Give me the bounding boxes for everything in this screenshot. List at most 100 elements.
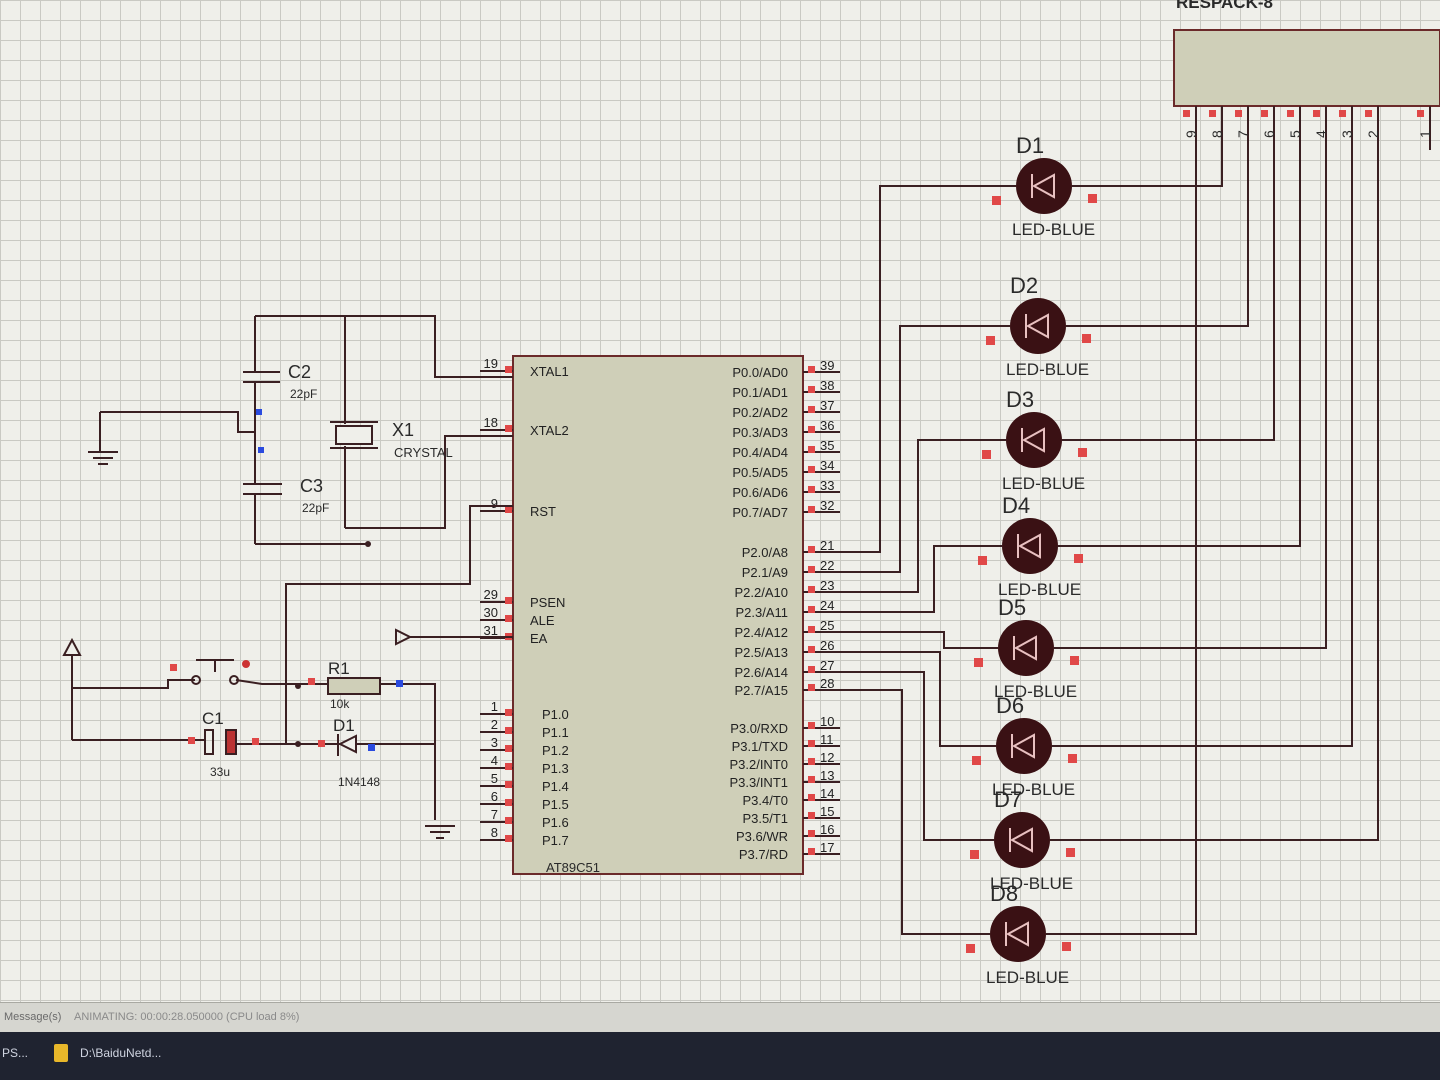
chip-pin-label: P3.2/INT0 (729, 757, 788, 772)
led-ref: D7 (994, 787, 1022, 812)
chip-pin-terminal[interactable] (808, 606, 815, 613)
c3-value: 22pF (302, 501, 329, 515)
led-body[interactable] (1010, 298, 1066, 354)
led-pin[interactable] (1070, 656, 1079, 665)
chip-pin-terminal[interactable] (808, 466, 815, 473)
respack-pin-terminal[interactable] (1287, 110, 1294, 117)
led-ref: D1 (1016, 133, 1044, 158)
schematic-drawing[interactable]: AT89C51 19XTAL118XTAL29RST29PSEN30ALE31E… (0, 0, 1440, 1002)
led-pin[interactable] (1082, 334, 1091, 343)
chip-pin-terminal[interactable] (808, 812, 815, 819)
led-pin[interactable] (1066, 848, 1075, 857)
led-body[interactable] (996, 718, 1052, 774)
chip-pin-terminal[interactable] (808, 546, 815, 553)
taskbar-item-1[interactable]: PS... (2, 1046, 28, 1060)
led-body[interactable] (998, 620, 1054, 676)
taskbar-item-2[interactable]: D:\BaiduNetd... (80, 1046, 161, 1060)
led-pin[interactable] (1078, 448, 1087, 457)
chip-pin-terminal[interactable] (505, 799, 512, 806)
chip-pin-terminal[interactable] (505, 709, 512, 716)
led-pin[interactable] (1068, 754, 1077, 763)
respack-pin-terminal[interactable] (1235, 110, 1242, 117)
led-body[interactable] (994, 812, 1050, 868)
chip-pin-terminal[interactable] (505, 781, 512, 788)
led-type: LED-BLUE (986, 968, 1069, 987)
chip-pin-terminal[interactable] (505, 615, 512, 622)
chip-pin-terminal[interactable] (808, 446, 815, 453)
respack-pin-terminal[interactable] (1313, 110, 1320, 117)
chip-pin-terminal[interactable] (808, 740, 815, 747)
chip-pin-number: 17 (820, 840, 834, 855)
chip-pin-terminal[interactable] (505, 763, 512, 770)
chip-pin-terminal[interactable] (808, 386, 815, 393)
led-pin[interactable] (970, 850, 979, 859)
led-pin[interactable] (992, 196, 1001, 205)
c1-value: 33u (210, 765, 230, 779)
respack-body[interactable] (1173, 29, 1440, 107)
chip-pin-terminal[interactable] (808, 586, 815, 593)
chip-pin-label: P1.4 (542, 779, 569, 794)
chip-pin-number: 16 (820, 822, 834, 837)
led-pin[interactable] (972, 756, 981, 765)
chip-pin-number: 25 (820, 618, 834, 633)
respack-pin-terminal[interactable] (1339, 110, 1346, 117)
chip-pin-terminal[interactable] (808, 486, 815, 493)
chip-pin-terminal[interactable] (505, 366, 512, 373)
chip-pin-terminal[interactable] (808, 626, 815, 633)
chip-pin-terminal[interactable] (808, 666, 815, 673)
chip-pin-terminal[interactable] (808, 722, 815, 729)
led-body[interactable] (1002, 518, 1058, 574)
chip-pin-terminal[interactable] (808, 566, 815, 573)
chip-pin-terminal[interactable] (808, 794, 815, 801)
chip-pin-number: 29 (484, 587, 498, 602)
led-array: D1LED-BLUED2LED-BLUED3LED-BLUED4LED-BLUE… (966, 133, 1097, 987)
led-pin[interactable] (978, 556, 987, 565)
d1-value: 1N4148 (338, 775, 380, 789)
led-pin[interactable] (982, 450, 991, 459)
led-body[interactable] (990, 906, 1046, 962)
led-pin[interactable] (1062, 942, 1071, 951)
chip-pin-terminal[interactable] (808, 848, 815, 855)
chip-pin-terminal[interactable] (808, 366, 815, 373)
r1-ref: R1 (328, 659, 350, 678)
led-body[interactable] (1016, 158, 1072, 214)
chip-pin-terminal[interactable] (505, 425, 512, 432)
chip-pin-terminal[interactable] (808, 830, 815, 837)
chip-pin-label: P3.6/WR (736, 829, 788, 844)
chip-pin-terminal[interactable] (505, 506, 512, 513)
chip-pin-label: P2.7/A15 (735, 683, 789, 698)
respack-pin-terminal[interactable] (1417, 110, 1424, 117)
chip-pin-terminal[interactable] (808, 758, 815, 765)
chip-pin-terminal[interactable] (505, 597, 512, 604)
chip-pin-terminal[interactable] (505, 817, 512, 824)
chip-pin-terminal[interactable] (808, 506, 815, 513)
chip-pin-terminal[interactable] (808, 684, 815, 691)
respack-pin-terminal[interactable] (1365, 110, 1372, 117)
led-pin[interactable] (966, 944, 975, 953)
chip-pin-number: 37 (820, 398, 834, 413)
schematic-canvas[interactable]: AT89C51 19 XTAL1 18 XTAL2 9 RST 29 PSEN 30 ALE 31 E… (0, 0, 1440, 1080)
chip-pin-label: P2.5/A13 (735, 645, 789, 660)
chip-pin-terminal[interactable] (505, 745, 512, 752)
respack-pin-terminal[interactable] (1261, 110, 1268, 117)
chip-pin-terminal[interactable] (808, 776, 815, 783)
chip-pin-number: 4 (491, 753, 498, 768)
chip-pin-number: 18 (484, 415, 498, 430)
chip-pin-terminal[interactable] (808, 426, 815, 433)
led-pin[interactable] (1088, 194, 1097, 203)
chip-pin-terminal[interactable] (505, 727, 512, 734)
chip-pin-terminal[interactable] (505, 835, 512, 842)
respack-pin-terminal[interactable] (1183, 110, 1190, 117)
chip-pin-terminal[interactable] (808, 406, 815, 413)
messages-label[interactable]: Message(s) (4, 1011, 61, 1023)
chip-pin-label: P1.1 (542, 725, 569, 740)
led-body[interactable] (1006, 412, 1062, 468)
chip-pin-label: P3.7/RD (739, 847, 788, 862)
respack-pin-terminal[interactable] (1209, 110, 1216, 117)
chip-pin-terminal[interactable] (808, 646, 815, 653)
led-pin[interactable] (974, 658, 983, 667)
led-pin[interactable] (1074, 554, 1083, 563)
led-pin[interactable] (986, 336, 995, 345)
chip-pin-number: 36 (820, 418, 834, 433)
folder-icon[interactable] (54, 1044, 68, 1062)
